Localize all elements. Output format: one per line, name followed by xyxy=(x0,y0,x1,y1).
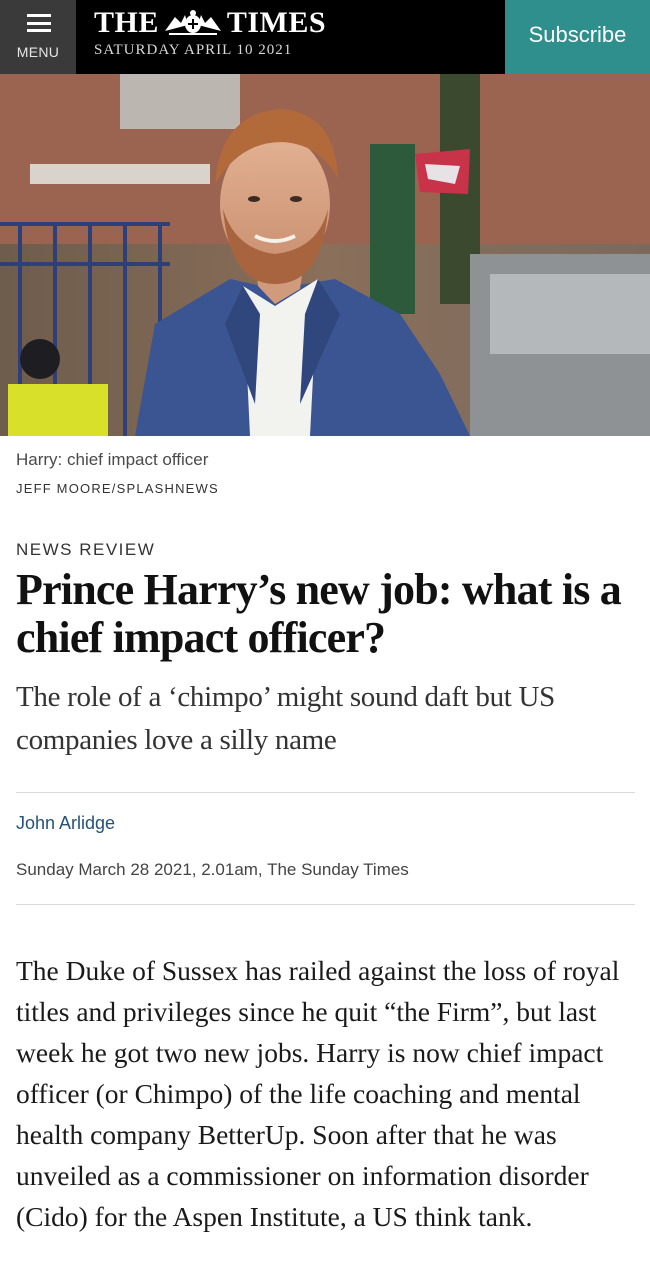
divider xyxy=(16,792,635,793)
article-standfirst: The role of a ‘chimpo’ might sound daft … xyxy=(16,681,555,756)
article-body-paragraph: The Duke of Sussex has railed against th… xyxy=(16,955,620,1232)
royal-crest-icon xyxy=(164,10,221,35)
image-credit: JEFF MOORE/SPLASHNEWS xyxy=(16,481,219,496)
masthead-date: SATURDAY APRIL 10 2021 xyxy=(94,42,293,58)
subscribe-button[interactable]: Subscribe xyxy=(505,0,650,74)
masthead-the: THE xyxy=(94,6,159,39)
hero-image xyxy=(0,74,650,436)
article-headline: Prince Harry’s new job: what is a chief … xyxy=(16,565,622,662)
masthead[interactable]: THE TIMES SATURDAY APRIL 10 2021 xyxy=(94,6,326,59)
section-label[interactable]: NEWS REVIEW xyxy=(16,540,155,560)
hero-photo xyxy=(0,74,650,436)
divider xyxy=(16,904,635,905)
menu-label: MENU xyxy=(16,44,60,60)
hamburger-icon xyxy=(27,14,51,32)
masthead-title: THE TIMES xyxy=(94,6,326,40)
article-dateline: Sunday March 28 2021, 2.01am, The Sunday… xyxy=(16,860,409,879)
masthead-times: TIMES xyxy=(226,6,327,39)
top-bar: MENU THE TIMES SATURDAY APRIL 10 2021 Su… xyxy=(0,0,650,74)
author-link[interactable]: John Arlidge xyxy=(16,813,115,834)
image-caption: Harry: chief impact officer xyxy=(16,450,209,469)
menu-button[interactable]: MENU xyxy=(0,0,76,74)
